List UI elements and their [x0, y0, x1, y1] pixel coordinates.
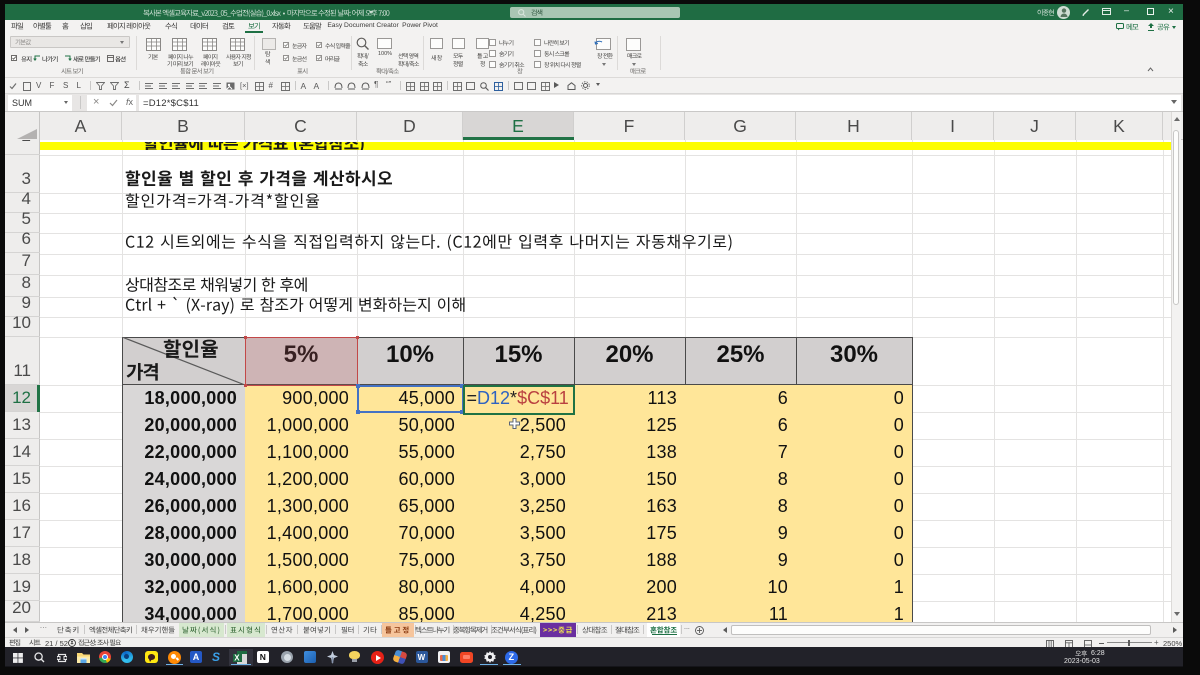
svg-text:X: X [234, 653, 240, 662]
